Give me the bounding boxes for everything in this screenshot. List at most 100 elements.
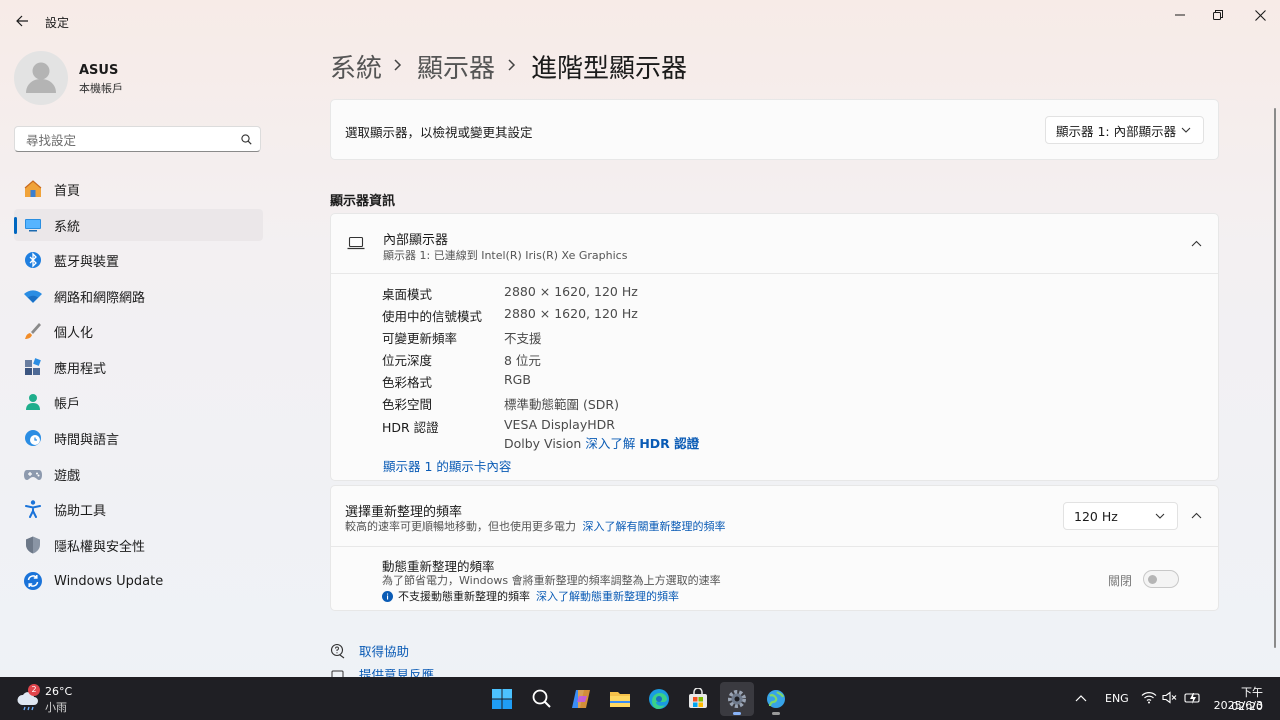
display-select-dropdown[interactable]: 顯示器 1: 內部顯示器 [1045,116,1204,144]
sidebar-item-accessibility[interactable]: 協助工具 [14,493,263,525]
sidebar-item-label: 時間與語言 [54,432,120,448]
chevron-up-icon[interactable] [1191,240,1202,247]
chevron-up-icon[interactable] [1191,512,1202,519]
search-input[interactable] [24,127,238,153]
gear-icon [728,690,746,708]
breadcrumb-item-system[interactable]: 系統 [330,48,382,85]
language-indicator[interactable]: ENG [1105,692,1129,705]
avatar[interactable] [14,51,68,105]
clock-date[interactable]: 2025/6/3 [1213,699,1263,712]
info-row-value: RGB [504,372,531,387]
wifi-icon[interactable] [1141,691,1157,704]
back-button[interactable] [8,8,36,34]
sidebar-item-personalization[interactable]: 個人化 [14,315,263,347]
info-icon [382,590,393,602]
weather-temp: 26°C [45,685,73,698]
hdr-label: HDR 認證 [382,420,439,435]
sidebar-item-system[interactable]: 系統 [14,209,263,241]
account-type: 本機帳戶 [79,82,123,95]
sidebar-item-label: 網路和網際網路 [54,290,146,306]
accessibility-icon [22,498,44,520]
close-button[interactable] [1240,0,1280,30]
sidebar-item-privacy[interactable]: 隱私權與安全性 [14,529,263,561]
monitor-icon [22,214,44,236]
sidebar-item-accounts[interactable]: 帳戶 [14,386,263,418]
chevron-down-icon [1155,513,1165,519]
learn-hdr-link-text: 深入了解 [585,436,636,451]
refresh-rate-card: 選擇重新整理的頻率 較高的速率可更順暢地移動，但也使用更多電力 深入了解有關重新… [330,485,1219,611]
search-icon[interactable] [241,134,252,145]
globe-app-icon [767,690,785,708]
running-app-indicator [772,712,780,715]
sidebar-item-apps[interactable]: 應用程式 [14,351,263,383]
wifi-icon [22,285,44,307]
info-row-label: 使用中的信號模式 [382,309,483,324]
learn-hdr-link[interactable]: 深入了解 HDR 認證 [585,436,699,451]
display-subtitle: 顯示器 1: 已連線到 Intel(R) Iris(R) Xe Graphics [383,249,628,262]
weather-badge: 2 [28,684,40,696]
feedback-link: 提供意見反應 [359,669,435,677]
edge-button[interactable] [642,682,676,716]
minimize-button[interactable] [1160,0,1200,30]
settings-taskbar-button[interactable] [720,682,754,716]
dynamic-refresh-note: 不支援動態重新整理的頻率 [398,590,530,603]
update-icon [22,570,44,592]
sidebar-item-label: 藍牙與裝置 [54,254,120,270]
breadcrumb-item-display[interactable]: 顯示器 [417,48,495,85]
dynamic-refresh-toggle[interactable] [1143,570,1179,588]
sidebar-item-label: 遊戲 [54,468,81,484]
display-info-card: 內部顯示器 顯示器 1: 已連線到 Intel(R) Iris(R) Xe Gr… [330,213,1219,481]
refresh-rate-subtitle: 較高的速率可更順暢地移動，但也使用更多電力 [345,520,576,533]
select-display-card: 選取顯示器，以檢視或變更其設定 顯示器 1: 內部顯示器 [330,99,1219,160]
folder-icon [610,692,630,707]
copilot-button[interactable] [564,682,598,716]
dynamic-refresh-learn-link[interactable]: 深入了解動態重新整理的頻率 [536,588,679,604]
toggle-state-label: 關閉 [1108,574,1133,588]
person-icon [22,391,44,413]
close-icon [1254,9,1266,21]
sidebar-item-bluetooth[interactable]: 藍牙與裝置 [14,244,263,276]
display-info-heading: 顯示器資訊 [330,194,396,209]
info-row-value: 2880 × 1620, 120 Hz [504,306,638,321]
sidebar-item-label: 隱私權與安全性 [54,539,146,555]
feedback-row[interactable]: 提供意見反應 [330,669,434,677]
edge-icon [649,689,669,709]
refresh-rate-header: 選擇重新整理的頻率 較高的速率可更順暢地移動，但也使用更多電力 深入了解有關重新… [331,486,1218,547]
weather-widget[interactable]: 2 26°C 小雨 [14,683,84,715]
store-button[interactable] [681,682,715,716]
chevron-right-icon [394,59,402,71]
sidebar-item-network[interactable]: 網路和網際網路 [14,280,263,312]
refresh-rate-dropdown[interactable]: 120 Hz [1063,502,1178,530]
hdr-value-vesa: VESA DisplayHDR [504,417,615,432]
sidebar-item-windows-update[interactable]: Windows Update [14,565,263,597]
active-app-indicator [733,712,741,715]
sidebar-item-label: 協助工具 [54,503,107,519]
info-row-label: 色彩空間 [382,397,433,412]
info-row-label: 位元深度 [382,353,433,368]
sidebar-item-home[interactable]: 首頁 [14,173,263,205]
file-explorer-button[interactable] [603,682,637,716]
globe-app-button[interactable] [759,682,793,716]
refresh-rate-subtitle-line: 較高的速率可更順暢地移動，但也使用更多電力 深入了解有關重新整理的頻率 [345,518,726,534]
chevron-up-icon[interactable] [1075,694,1087,702]
back-arrow-icon [16,15,28,27]
scrollbar-thumb[interactable] [1274,108,1276,648]
window-title: 設定 [45,16,70,30]
bluetooth-icon [22,249,44,271]
mute-speaker-icon[interactable] [1162,691,1178,704]
taskbar-search-button[interactable] [525,682,559,716]
get-help-row[interactable]: 取得協助 [330,641,409,660]
help-chat-icon [330,643,345,658]
display-info-header[interactable]: 內部顯示器 顯示器 1: 已連線到 Intel(R) Iris(R) Xe Gr… [331,214,1218,274]
battery-charging-icon[interactable] [1184,690,1202,706]
home-icon [22,178,44,200]
adapter-properties-link[interactable]: 顯示器 1 的顯示卡內容 [383,456,511,475]
refresh-rate-learn-link[interactable]: 深入了解有關重新整理的頻率 [583,520,726,533]
sidebar-item-time-language[interactable]: 時間與語言 [14,422,263,454]
info-row-value: 8 位元 [504,353,541,368]
sidebar-item-gaming[interactable]: 遊戲 [14,458,263,490]
info-row-value: 標準動態範圍 (SDR) [504,397,619,412]
start-button[interactable] [485,682,519,716]
maximize-button[interactable] [1198,0,1238,30]
toggle-knob [1148,574,1157,584]
